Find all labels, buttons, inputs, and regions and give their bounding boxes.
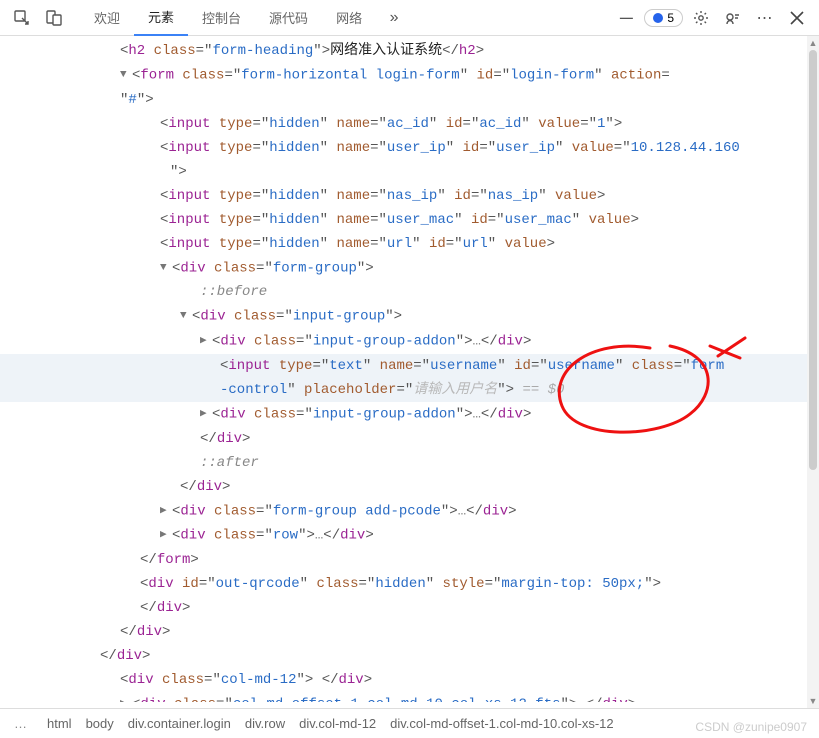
dom-breadcrumb: … html body div.container.login div.row … xyxy=(0,708,819,738)
dom-node[interactable]: <input type="hidden" name="ac_id" id="ac… xyxy=(0,112,819,136)
caret-down-icon[interactable]: ▼ xyxy=(120,63,132,87)
dom-node[interactable]: </form> xyxy=(0,548,819,572)
more-tabs-icon[interactable]: » xyxy=(380,4,408,32)
dom-node[interactable]: ▶<div class="form-group add-pcode">…</di… xyxy=(0,499,819,524)
dom-node-selected[interactable]: <input type="text" name="username" id="u… xyxy=(0,354,819,378)
breadcrumb-item[interactable]: div.row xyxy=(245,716,285,731)
caret-right-icon[interactable]: ▶ xyxy=(200,402,212,426)
kebab-menu-icon[interactable]: ⋯ xyxy=(751,4,779,32)
devtools-toolbar: 欢迎 元素 控制台 源代码 网络 » — 5 ⋯ xyxy=(0,0,819,36)
dom-node-selected-cont[interactable]: -control" placeholder="请输入用户名"> == $0 xyxy=(0,378,819,402)
caret-down-icon[interactable]: ▼ xyxy=(160,256,172,280)
dom-node-cont[interactable]: "> xyxy=(0,160,819,184)
vertical-scrollbar[interactable]: ▲ ▼ xyxy=(807,36,819,708)
inspect-element-icon[interactable] xyxy=(8,4,36,32)
tab-welcome[interactable]: 欢迎 xyxy=(80,0,134,35)
dom-node[interactable]: <input type="hidden" name="user_mac" id=… xyxy=(0,208,819,232)
device-toggle-icon[interactable] xyxy=(40,4,68,32)
issues-count: 5 xyxy=(667,11,674,25)
caret-right-icon[interactable]: ▶ xyxy=(120,692,132,702)
dom-node[interactable]: ▶<div class="input-group-addon">…</div> xyxy=(0,329,819,354)
caret-down-icon[interactable]: ▼ xyxy=(180,304,192,328)
dom-node[interactable]: </div> xyxy=(0,596,819,620)
caret-right-icon[interactable]: ▶ xyxy=(160,523,172,547)
dom-pseudo[interactable]: ::before xyxy=(0,280,819,304)
scrollbar-thumb[interactable] xyxy=(809,50,817,470)
tab-console[interactable]: 控制台 xyxy=(188,0,255,35)
dot-icon xyxy=(653,13,663,23)
panel-tabs: 欢迎 元素 控制台 源代码 网络 xyxy=(80,0,376,36)
dom-node[interactable]: <input type="hidden" name="url" id="url"… xyxy=(0,232,819,256)
dom-node[interactable]: </div> xyxy=(0,644,819,668)
dom-node[interactable]: ▼<form class="form-horizontal login-form… xyxy=(0,63,819,88)
dom-node[interactable]: <input type="hidden" name="user_ip" id="… xyxy=(0,136,819,160)
breadcrumb-item[interactable]: div.col-md-offset-1.col-md-10.col-xs-12 xyxy=(390,716,613,731)
feedback-icon[interactable] xyxy=(719,4,747,32)
dom-node[interactable]: <div id="out-qrcode" class="hidden" styl… xyxy=(0,572,819,596)
breadcrumb-item[interactable]: html xyxy=(47,716,72,731)
dom-node-cont[interactable]: "#"> xyxy=(0,88,819,112)
dom-node[interactable]: </div> xyxy=(0,475,819,499)
scroll-down-icon[interactable]: ▼ xyxy=(807,694,819,708)
elements-dom-tree[interactable]: <h2 class="form-heading">网络准入认证系统</h2> ▼… xyxy=(0,36,819,702)
minus-icon[interactable]: — xyxy=(612,4,640,32)
watermark-text: CSDN @zunipe0907 xyxy=(695,720,807,734)
tab-network[interactable]: 网络 xyxy=(322,0,376,35)
issues-badge[interactable]: 5 xyxy=(644,9,683,27)
scroll-up-icon[interactable]: ▲ xyxy=(807,36,819,50)
tab-elements[interactable]: 元素 xyxy=(134,0,188,36)
dom-node[interactable]: <h2 class="form-heading">网络准入认证系统</h2> xyxy=(0,39,819,63)
dom-node[interactable]: </div> xyxy=(0,620,819,644)
settings-gear-icon[interactable] xyxy=(687,4,715,32)
breadcrumb-item[interactable]: div.container.login xyxy=(128,716,231,731)
dom-node[interactable]: ▶<div class="input-group-addon">…</div> xyxy=(0,402,819,427)
dom-pseudo[interactable]: ::after xyxy=(0,451,819,475)
breadcrumb-overflow[interactable]: … xyxy=(8,716,33,731)
breadcrumb-item[interactable]: body xyxy=(86,716,114,731)
dom-node[interactable]: ▶<div class="row">…</div> xyxy=(0,523,819,548)
breadcrumb-item[interactable]: div.col-md-12 xyxy=(299,716,376,731)
dom-node[interactable]: <input type="hidden" name="nas_ip" id="n… xyxy=(0,184,819,208)
dom-node[interactable]: ▶<div class="col-md-offset-1 col-md-10 c… xyxy=(0,692,819,702)
caret-right-icon[interactable]: ▶ xyxy=(200,329,212,353)
dom-node[interactable]: ▼<div class="form-group"> xyxy=(0,256,819,281)
dom-node[interactable]: </div> xyxy=(0,427,819,451)
dom-node[interactable]: ▼<div class="input-group"> xyxy=(0,304,819,329)
tab-sources[interactable]: 源代码 xyxy=(255,0,322,35)
dom-node[interactable]: <div class="col-md-12"> </div> xyxy=(0,668,819,692)
close-devtools-icon[interactable] xyxy=(783,4,811,32)
caret-right-icon[interactable]: ▶ xyxy=(160,499,172,523)
